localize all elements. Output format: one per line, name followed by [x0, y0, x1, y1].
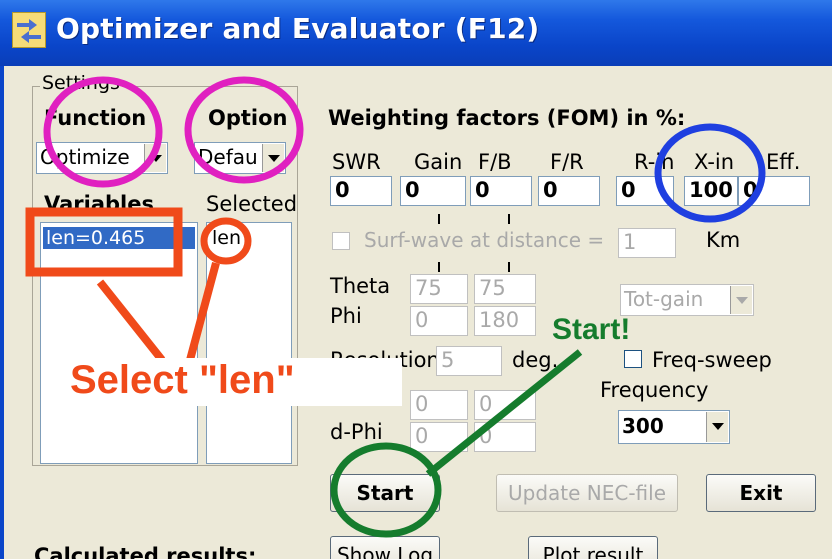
theta-input-2[interactable]: 75	[474, 274, 536, 304]
select-len-annotation: Select "len"	[70, 358, 295, 402]
show-log-button[interactable]: Show Log	[330, 536, 440, 559]
chevron-down-icon[interactable]	[706, 412, 728, 442]
d-theta-input-2[interactable]: 0	[474, 390, 536, 420]
option-select-value: Defau	[198, 145, 258, 169]
selected-label: Selected	[206, 192, 298, 216]
chevron-down-icon[interactable]	[730, 286, 752, 314]
rin-header: R-in	[634, 150, 675, 174]
freq-sweep-checkbox[interactable]	[624, 350, 642, 368]
list-item[interactable]: len	[209, 227, 289, 249]
tick-mark	[438, 214, 440, 224]
xin-header: X-in	[694, 150, 735, 174]
list-item[interactable]: len=0.465	[43, 227, 195, 249]
surf-wave-distance-input[interactable]: 1	[618, 228, 676, 258]
resolution-input[interactable]: 5	[436, 346, 502, 376]
distance-unit: Km	[706, 228, 741, 252]
title-bar: Optimizer and Evaluator (F12)	[0, 0, 832, 66]
tick-mark	[438, 262, 440, 272]
gain-type-value: Tot-gain	[624, 287, 704, 311]
rin-weight-input[interactable]: 0	[616, 176, 674, 206]
function-select[interactable]: Optimize	[36, 142, 168, 174]
gain-weight-input[interactable]: 0	[400, 176, 466, 206]
fb-header: F/B	[478, 150, 512, 174]
calculated-results-label: Calculated results:	[34, 544, 257, 559]
swr-weight-input[interactable]: 0	[330, 176, 392, 206]
weighting-title: Weighting factors (FOM) in %:	[328, 106, 686, 130]
fb-weight-input[interactable]: 0	[470, 176, 532, 206]
theta-label: Theta	[330, 274, 391, 298]
option-label: Option	[208, 106, 288, 130]
eff-weight-input[interactable]: 0	[738, 176, 810, 206]
surf-wave-label: Surf-wave at distance =	[364, 228, 605, 252]
selected-listbox[interactable]: len	[206, 222, 292, 464]
phi-input-2[interactable]: 180	[474, 306, 536, 336]
variables-listbox[interactable]: len=0.465	[40, 222, 198, 464]
chevron-down-icon[interactable]	[144, 144, 166, 172]
eff-header: Eff.	[766, 150, 801, 174]
variables-label: Variables	[44, 192, 154, 216]
gain-header: Gain	[414, 150, 463, 174]
start-annotation: Start!	[552, 313, 631, 346]
function-select-value: Optimize	[40, 145, 130, 169]
frequency-select[interactable]: 300	[618, 410, 730, 444]
settings-legend: Settings	[40, 72, 122, 94]
fr-weight-input[interactable]: 0	[538, 176, 600, 206]
phi-label: Phi	[330, 304, 362, 328]
swr-header: SWR	[332, 150, 381, 174]
chevron-down-icon[interactable]	[262, 144, 284, 172]
plot-result-button[interactable]: Plot result	[528, 536, 658, 559]
d-phi-label: d-Phi	[330, 420, 383, 444]
option-select[interactable]: Defau	[194, 142, 286, 174]
frequency-value: 300	[622, 414, 664, 438]
surf-wave-checkbox[interactable]	[332, 232, 350, 250]
frequency-label: Frequency	[600, 378, 709, 402]
d-theta-input-1[interactable]: 0	[410, 390, 468, 420]
start-button[interactable]: Start	[330, 474, 440, 512]
freq-sweep-label: Freq-sweep	[652, 348, 772, 372]
phi-input-1[interactable]: 0	[410, 306, 468, 336]
d-phi-input-2[interactable]: 0	[474, 422, 536, 452]
tick-mark	[508, 262, 510, 272]
d-phi-input-1[interactable]: 0	[410, 422, 468, 452]
app-icon	[12, 12, 46, 48]
theta-input-1[interactable]: 75	[410, 274, 468, 304]
tick-mark	[508, 214, 510, 224]
xin-weight-input[interactable]: 100	[684, 176, 738, 206]
fr-header: F/R	[550, 150, 584, 174]
function-label: Function	[44, 106, 147, 130]
gain-type-select[interactable]: Tot-gain	[620, 284, 754, 316]
update-nec-file-button[interactable]: Update NEC-file	[496, 474, 678, 512]
window-title: Optimizer and Evaluator (F12)	[56, 12, 540, 45]
resolution-unit: deg.	[512, 348, 559, 372]
exit-button[interactable]: Exit	[706, 474, 816, 512]
